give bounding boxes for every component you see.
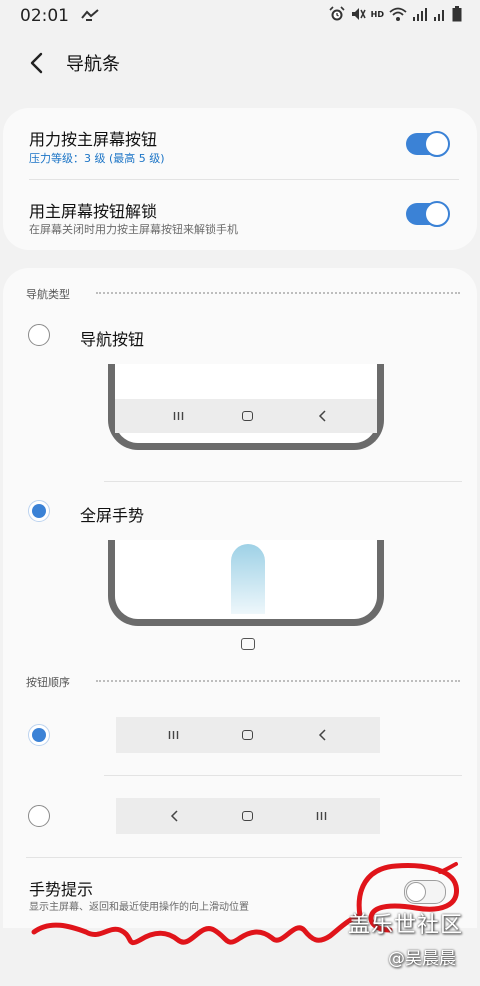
button-order-option-1[interactable] [116, 717, 380, 753]
press-home-subtitle: 压力等级：3 级 (最高 5 级) [29, 152, 165, 165]
back-icon [318, 410, 326, 422]
divider [29, 179, 459, 180]
unlock-home-title: 用主屏幕按钮解锁 [29, 202, 158, 221]
full-gestures-label[interactable]: 全屏手势 [80, 502, 144, 526]
status-time: 02:01 [20, 6, 69, 26]
divider [104, 481, 462, 482]
recent-apps-icon [168, 731, 179, 739]
home-icon [242, 730, 253, 740]
notification-icon [81, 9, 99, 21]
button-order-radio-2[interactable] [28, 805, 50, 827]
home-icon [242, 811, 253, 821]
section-divider [96, 680, 460, 682]
watermark-user: @吴晨晨 [388, 949, 456, 969]
hd-badge: HD [370, 9, 384, 19]
press-home-toggle[interactable] [406, 131, 450, 157]
full-gestures-preview[interactable] [108, 540, 384, 626]
home-icon [241, 638, 255, 650]
alarm-icon [329, 6, 345, 21]
page-title: 导航条 [66, 54, 120, 75]
button-order-section-label: 按钮顺序 [26, 676, 70, 689]
mute-icon [351, 8, 366, 20]
unlock-home-toggle[interactable] [406, 201, 450, 227]
status-icons: HD [329, 6, 462, 22]
battery-icon [452, 6, 462, 22]
divider [104, 775, 462, 776]
gesture-hint-bar [231, 544, 265, 614]
nav-buttons-label[interactable]: 导航按钮 [80, 326, 144, 350]
wifi-icon [389, 7, 407, 21]
app-header: 导航条 [0, 36, 480, 88]
nav-buttons-preview[interactable] [108, 364, 384, 450]
section-divider [96, 292, 460, 294]
signal-icon [413, 8, 427, 21]
preview-navbar [115, 399, 377, 433]
nav-type-section-label: 导航类型 [26, 288, 70, 301]
settings-card-home-button: 用力按主屏幕按钮 压力等级：3 级 (最高 5 级) 用主屏幕按钮解锁 在屏幕关… [3, 108, 477, 250]
unlock-home-subtitle: 在屏幕关闭时用力按主屏幕按钮来解锁手机 [29, 223, 238, 236]
divider [26, 857, 462, 858]
full-gestures-radio[interactable] [28, 500, 50, 522]
signal-icon [434, 10, 444, 21]
button-order-option-2[interactable] [116, 798, 380, 834]
status-bar: 02:01 HD [0, 0, 480, 32]
recent-apps-icon [316, 812, 327, 820]
button-order-radio-1[interactable] [28, 724, 50, 746]
nav-buttons-radio[interactable] [28, 324, 50, 346]
back-icon [318, 729, 326, 741]
home-icon [242, 411, 253, 421]
recent-apps-icon [173, 412, 184, 420]
watermark-community: 盖乐世社区 [348, 913, 464, 938]
press-home-title: 用力按主屏幕按钮 [29, 130, 158, 149]
back-icon [170, 810, 178, 822]
back-arrow-icon[interactable] [22, 48, 52, 78]
